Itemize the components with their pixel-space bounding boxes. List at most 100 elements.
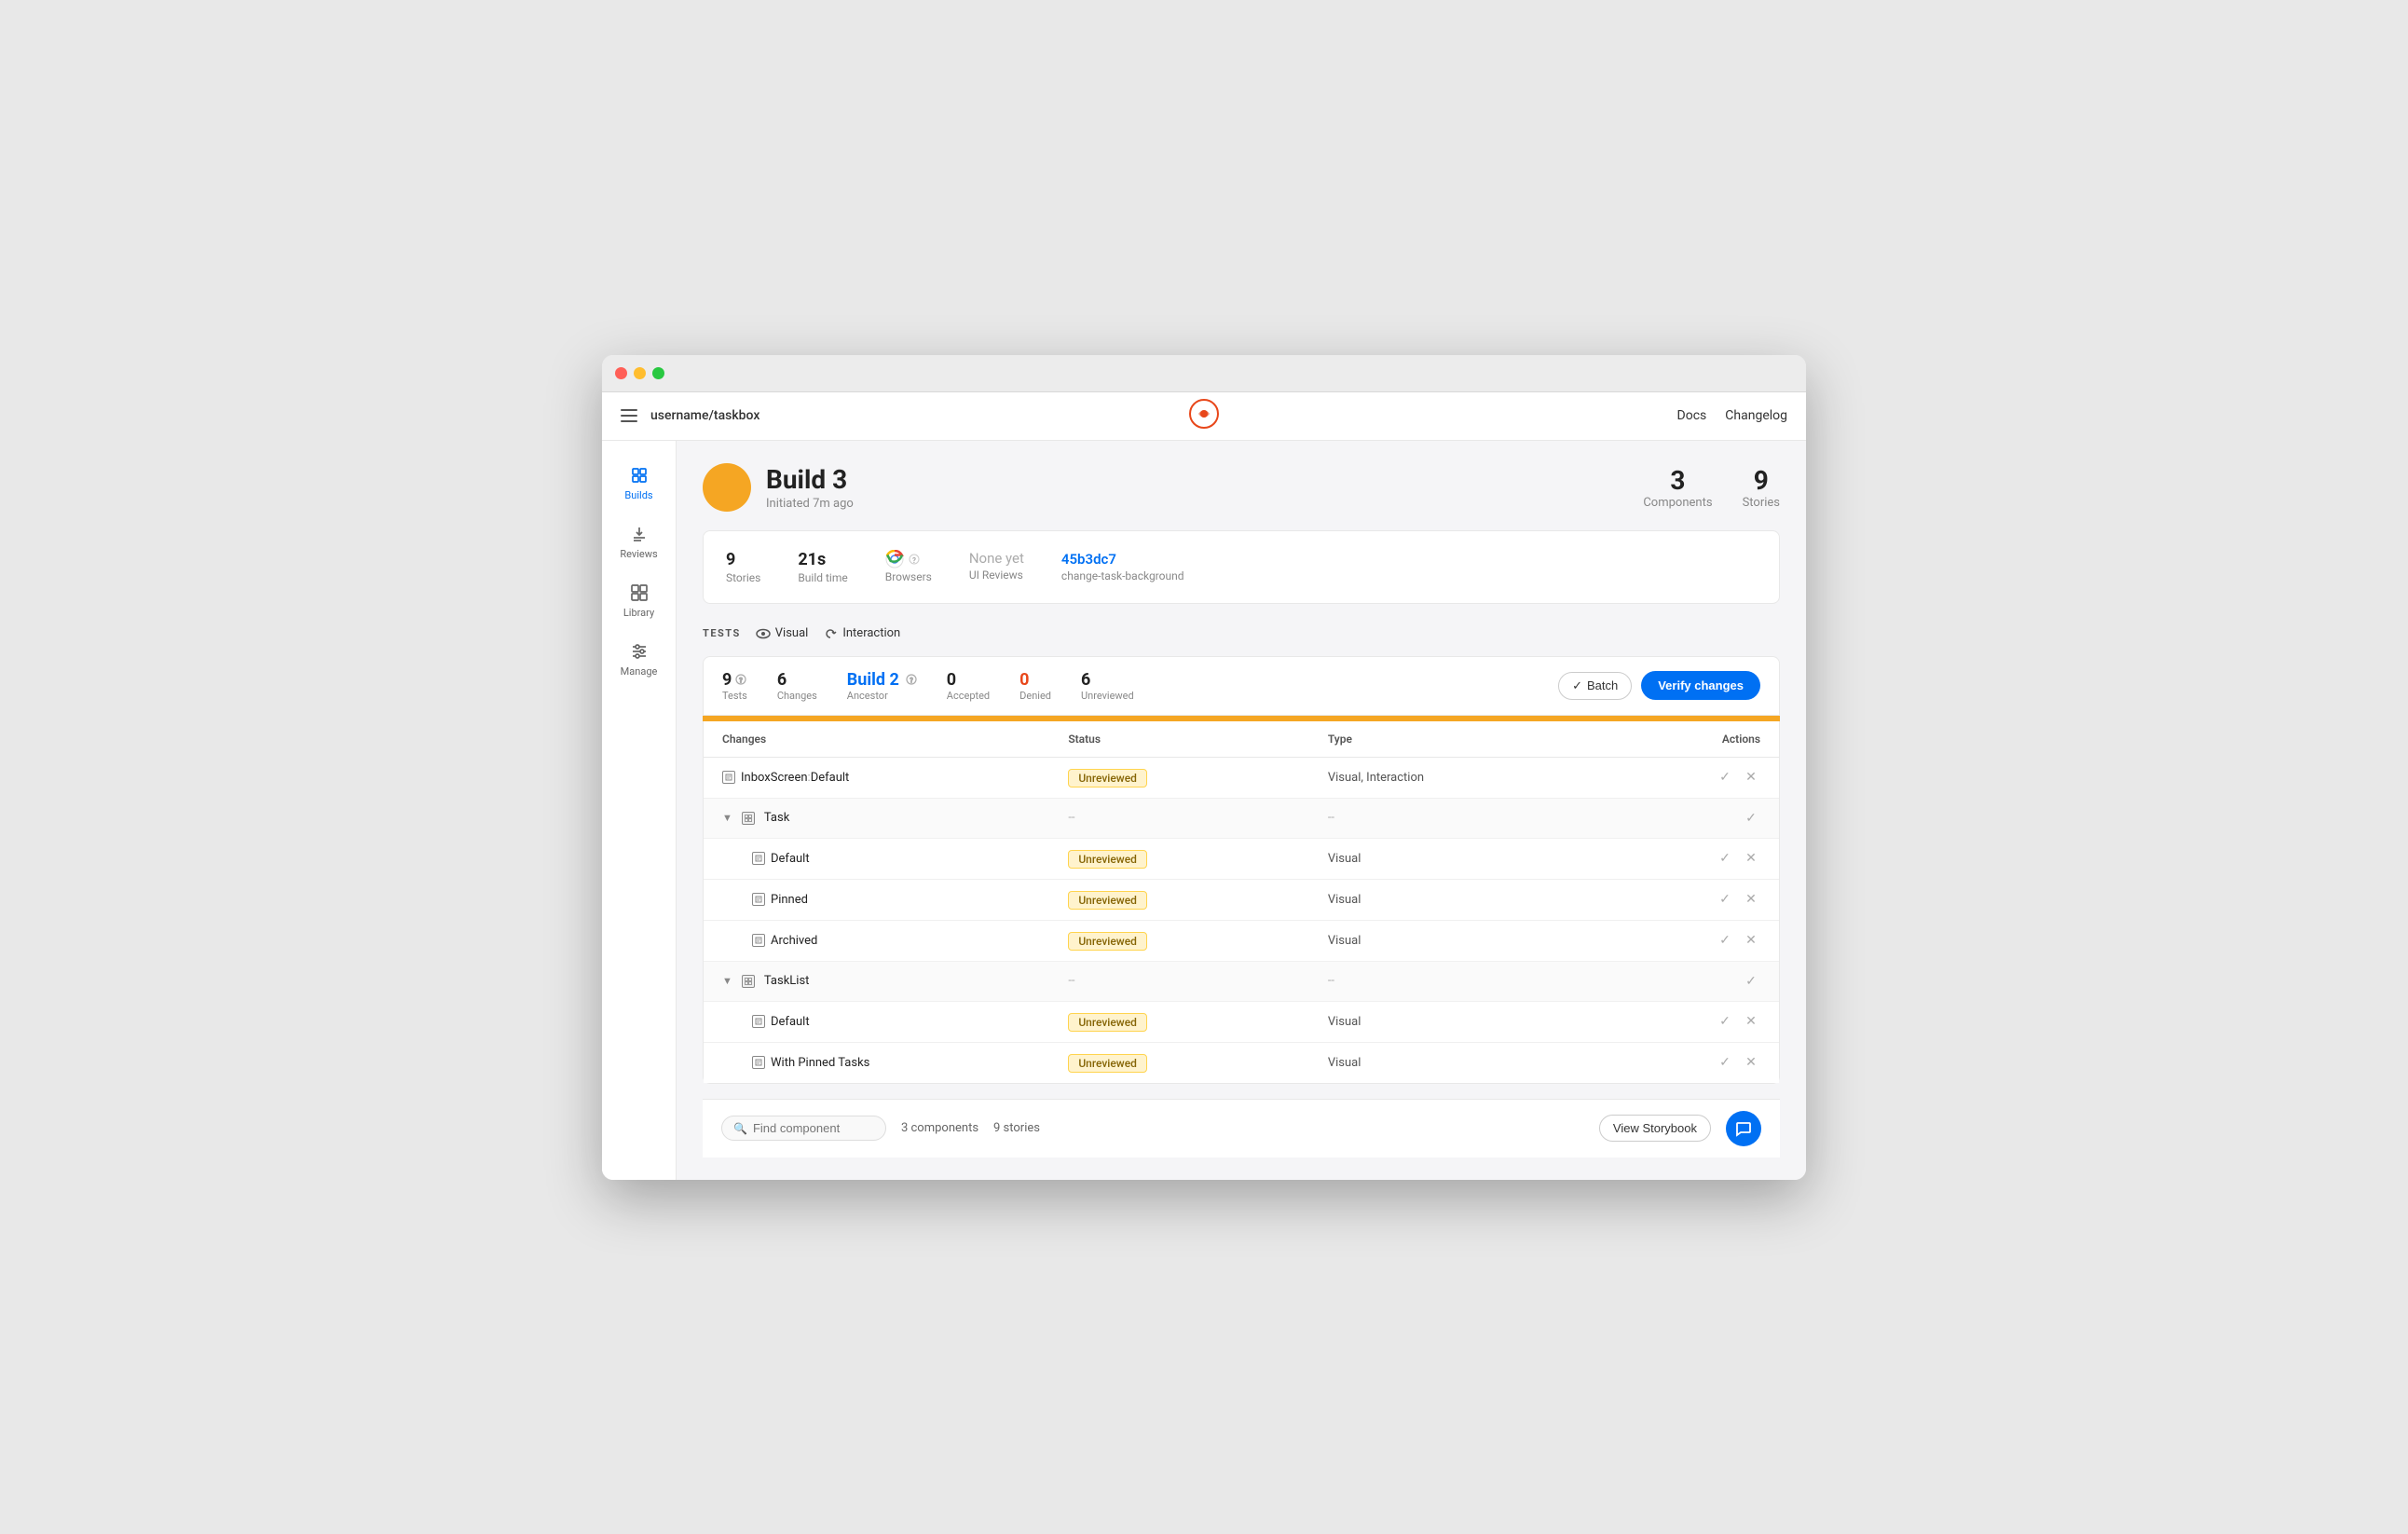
chat-fab-button[interactable] (1726, 1111, 1761, 1146)
chevron-down-icon[interactable]: ▼ (722, 812, 732, 824)
status-6: Unreviewed (1068, 1012, 1328, 1032)
chevron-down-icon-5[interactable]: ▼ (722, 975, 732, 987)
stat-unreviewed-label: Unreviewed (1081, 690, 1134, 702)
batch-button[interactable]: ✓ Batch (1558, 672, 1632, 700)
status-badge-6: Unreviewed (1068, 1013, 1147, 1032)
check-icon: ✓ (1572, 678, 1582, 693)
group-icon-1 (742, 812, 755, 825)
build-initiated: Initiated 7m ago (766, 497, 854, 511)
accept-icon-4[interactable]: ✓ (1716, 931, 1734, 950)
change-name-4: Archived (722, 934, 1068, 948)
summary-buildtime-label: Build time (798, 571, 847, 584)
status-badge-2: Unreviewed (1068, 850, 1147, 869)
page-icon-4 (752, 934, 765, 947)
accept-icon-7[interactable]: ✓ (1716, 1053, 1734, 1072)
row-4-name: Archived (771, 934, 817, 948)
stories-label: Stories (1743, 496, 1780, 510)
change-name-6: Default (722, 1015, 1068, 1029)
interaction-icon (823, 626, 838, 641)
table-row[interactable]: Default Unreviewed Visual ✓ ✕ (704, 1002, 1779, 1043)
change-name-1: ▼ Task (722, 811, 1068, 825)
accept-icon-6[interactable]: ✓ (1716, 1012, 1734, 1031)
accept-icon-0[interactable]: ✓ (1716, 768, 1734, 787)
tab-interaction[interactable]: Interaction (823, 626, 900, 641)
chat-icon (1735, 1120, 1752, 1137)
maximize-button[interactable] (652, 367, 664, 379)
sidebar-item-reviews[interactable]: Reviews (602, 514, 676, 569)
status-7: Unreviewed (1068, 1053, 1328, 1073)
search-input[interactable] (753, 1121, 874, 1135)
bottom-stories: 9 stories (993, 1121, 1040, 1135)
row-7-name: With Pinned Tasks (771, 1056, 869, 1070)
menu-icon[interactable] (621, 409, 637, 422)
table-row[interactable]: Archived Unreviewed Visual ✓ ✕ (704, 921, 1779, 962)
table-row[interactable]: With Pinned Tasks Unreviewed Visual ✓ ✕ (704, 1043, 1779, 1083)
sidebar-item-builds[interactable]: Builds (602, 456, 676, 511)
manage-icon (629, 641, 650, 662)
docs-link[interactable]: Docs (1677, 408, 1707, 423)
library-label: Library (623, 607, 654, 619)
table-row[interactable]: ▼ Task -- -- ✓ (704, 799, 1779, 839)
manage-label: Manage (621, 665, 658, 678)
table-row[interactable]: ▼ TaskList -- -- ✓ (704, 962, 1779, 1002)
build-avatar (703, 463, 751, 512)
table-row[interactable]: Pinned Unreviewed Visual ✓ ✕ (704, 880, 1779, 921)
summary-buildtime-val: 21s (798, 550, 847, 569)
deny-icon-3[interactable]: ✕ (1742, 890, 1760, 909)
status-0: Unreviewed (1068, 768, 1328, 788)
col-changes: Changes (722, 733, 1068, 746)
sidebar-item-manage[interactable]: Manage (602, 632, 676, 687)
deny-icon-7[interactable]: ✕ (1742, 1053, 1760, 1072)
minimize-button[interactable] (634, 367, 646, 379)
ancestor-link[interactable]: Build 2 (847, 670, 899, 690)
stat-tests-num: 9 ? (722, 670, 747, 690)
build-name: Build 3 (766, 464, 854, 495)
bottom-bar: 🔍 3 components 9 stories View Storybook (703, 1099, 1780, 1157)
builds-icon (629, 465, 650, 486)
view-storybook-button[interactable]: View Storybook (1599, 1115, 1711, 1142)
status-5: -- (1068, 974, 1328, 988)
project-path: username/taskbox (650, 408, 759, 423)
deny-icon-0[interactable]: ✕ (1742, 768, 1760, 787)
svg-text:?: ? (740, 678, 744, 685)
page-icon-7 (752, 1056, 765, 1069)
type-5: -- (1328, 974, 1588, 988)
row-6-name: Default (771, 1015, 810, 1029)
sidebar-item-library[interactable]: Library (602, 573, 676, 628)
table-row[interactable]: Default Unreviewed Visual ✓ ✕ (704, 839, 1779, 880)
changelog-link[interactable]: Changelog (1725, 408, 1787, 423)
summary-stories-label: Stories (726, 571, 760, 584)
search-wrap[interactable]: 🔍 (721, 1116, 886, 1141)
close-button[interactable] (615, 367, 627, 379)
stories-stat: 9 Stories (1743, 465, 1780, 510)
stat-unreviewed-num: 6 (1081, 670, 1134, 690)
change-name-0: InboxScreen:Default (722, 771, 1068, 785)
ancestor-link-wrap: Build 2 ? (847, 670, 917, 690)
search-icon: 🔍 (733, 1122, 747, 1135)
page-icon-6 (752, 1015, 765, 1028)
verify-button[interactable]: Verify changes (1641, 671, 1760, 700)
tab-visual[interactable]: Visual (756, 626, 809, 641)
deny-icon-2[interactable]: ✕ (1742, 849, 1760, 868)
branch-link[interactable]: 45b3dc7 (1061, 551, 1116, 568)
summary-browsers-label: Browsers (885, 570, 932, 583)
build-info: Build 3 Initiated 7m ago (766, 464, 854, 511)
reviews-label: Reviews (620, 548, 657, 560)
type-0: Visual, Interaction (1328, 771, 1588, 785)
actions-4: ✓ ✕ (1587, 931, 1760, 950)
accept-icon-3[interactable]: ✓ (1716, 890, 1734, 909)
accept-icon-1[interactable]: ✓ (1742, 809, 1760, 828)
deny-icon-6[interactable]: ✕ (1742, 1012, 1760, 1031)
ancestor-help-icon: ? (906, 674, 917, 685)
summary-uireviews-val: None yet (969, 550, 1024, 567)
accept-icon-2[interactable]: ✓ (1716, 849, 1734, 868)
table-header: Changes Status Type Actions (704, 721, 1779, 758)
change-name-3: Pinned (722, 893, 1068, 907)
type-4: Visual (1328, 934, 1588, 948)
deny-icon-4[interactable]: ✕ (1742, 931, 1760, 950)
page-icon-3 (752, 893, 765, 906)
actions-3: ✓ ✕ (1587, 890, 1760, 909)
reviews-icon (629, 524, 650, 544)
accept-icon-5[interactable]: ✓ (1742, 972, 1760, 991)
table-row[interactable]: InboxScreen:Default Unreviewed Visual, I… (704, 758, 1779, 799)
